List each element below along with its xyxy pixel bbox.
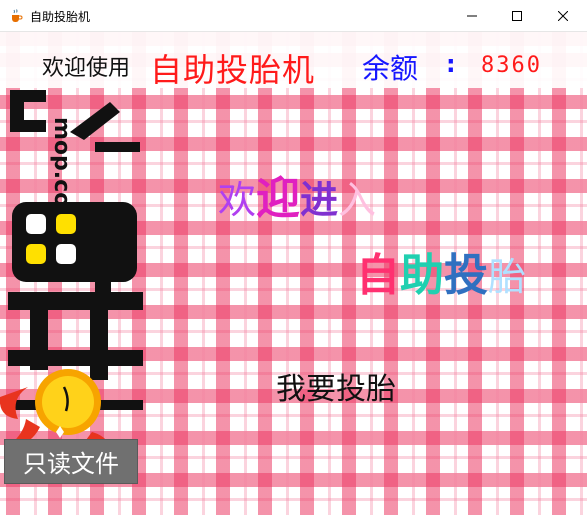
java-cup-icon — [12, 9, 23, 22]
window-titlebar: 自助投胎机 — [0, 0, 587, 32]
main-panel: 欢迎使用 自助投胎机 余额 : 8360 mop.com 欢迎进入 自助投胎 我… — [0, 32, 587, 515]
machine-char: 助 — [400, 250, 444, 301]
machine-char: 胎 — [488, 255, 527, 299]
readonly-file-button[interactable]: 只读文件 — [4, 439, 138, 484]
mop-logo: mop.com — [0, 90, 143, 462]
maximize-icon — [512, 10, 522, 21]
machine-char: 投 — [444, 250, 488, 301]
balance-value: 8360 — [481, 53, 542, 78]
welcome-prefix: 欢迎使用 — [42, 56, 131, 81]
close-button[interactable] — [540, 0, 586, 31]
maximize-button[interactable] — [494, 0, 540, 31]
close-icon — [558, 10, 568, 21]
balance-label: 余额 — [362, 52, 419, 85]
welcome-char: 欢 — [218, 178, 257, 222]
welcome-char: 入 — [338, 178, 377, 222]
welcome-char: 进 — [300, 178, 339, 222]
machine-name-title: 自助投胎机 — [150, 51, 316, 89]
balance-colon: : — [446, 50, 456, 78]
welcome-banner: 欢迎进入 — [218, 162, 376, 226]
minimize-button[interactable] — [449, 0, 495, 31]
welcome-char: 迎 — [256, 173, 301, 224]
machine-banner: 自助投胎 — [356, 239, 526, 303]
machine-char: 自 — [356, 250, 400, 301]
minimize-icon — [467, 15, 477, 16]
invest-button[interactable]: 我要投胎 — [276, 364, 396, 408]
window-title: 自助投胎机 — [30, 10, 91, 24]
